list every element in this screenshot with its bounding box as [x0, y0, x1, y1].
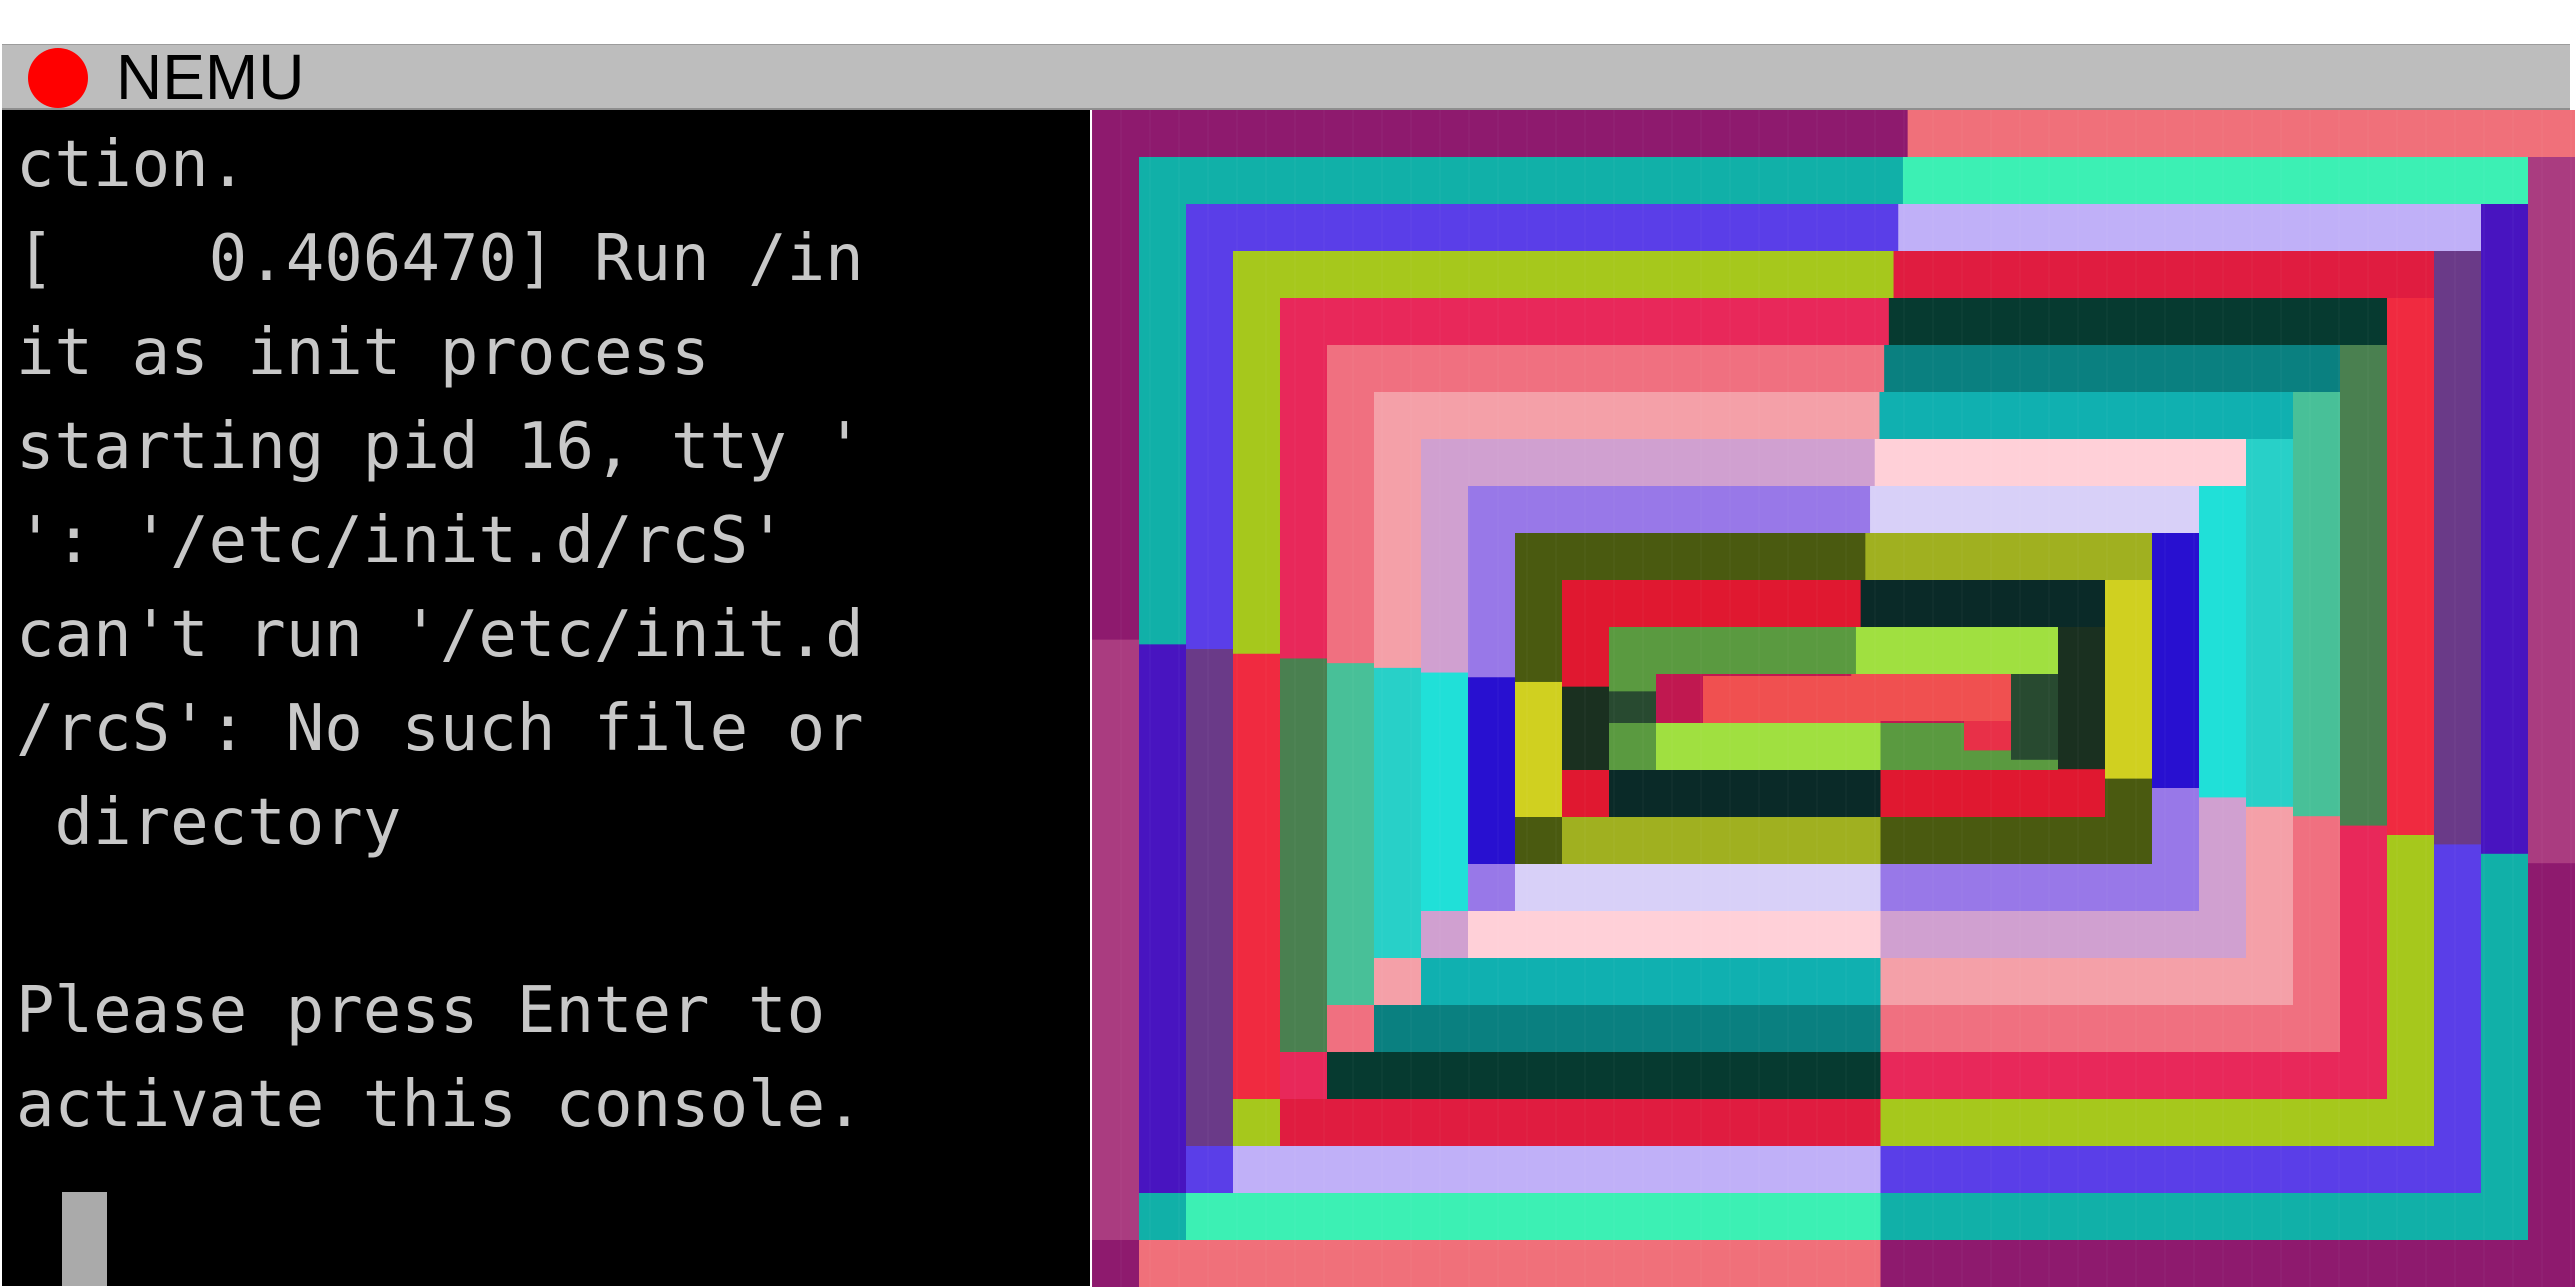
terminal-line: Please press Enter to [16, 974, 826, 1048]
frame-band-bottom [1515, 864, 1881, 911]
terminal-line: directory [16, 786, 402, 860]
frame-band-top [1888, 298, 2387, 345]
frame-band-left [1515, 681, 1562, 817]
nemu-window: NEMU ction. [ 0.406470] Run /in it as in… [0, 41, 2575, 1287]
frame-band-top [1898, 204, 2481, 251]
frame-band-top [1884, 345, 2340, 392]
frame-band-left [1468, 677, 1515, 864]
frame-band-right [2011, 674, 2058, 760]
frame-band-top [1879, 392, 2293, 439]
frame-band-top [1855, 627, 2058, 674]
frame-band-bottom [1468, 911, 1881, 958]
frame-band-top [1907, 110, 2575, 157]
frame-band-bottom [1280, 1099, 1881, 1146]
frame-band-left [1280, 658, 1327, 1052]
frame-band-left [1374, 667, 1421, 958]
frame-band-bottom [1327, 1052, 1881, 1099]
terminal-line: can't run '/etc/init.d [16, 598, 864, 672]
frame-band-left [1327, 663, 1374, 1005]
frame-band-top [1893, 251, 2434, 298]
frame-band-bottom [1421, 958, 1881, 1005]
terminal-line: /rcS': No such file or [16, 692, 864, 766]
title-bar[interactable]: NEMU [2, 41, 2570, 113]
frame-band-left [1092, 639, 1139, 1240]
frame-band-left [1233, 653, 1280, 1099]
terminal-line: activate this console. [16, 1068, 864, 1142]
frame-band-left [1609, 691, 1656, 723]
terminal-line: it as init process [16, 316, 710, 390]
frame-band-right [2434, 251, 2481, 845]
frame-band-top [1860, 580, 2105, 627]
frame-band-right [2058, 627, 2105, 770]
frame-band-right [2387, 298, 2434, 835]
terminal-line: [ 0.406470] Run /in [16, 222, 864, 296]
close-button[interactable] [28, 48, 88, 108]
frame-band-top [1865, 533, 2152, 580]
pixel-spiral-graphic [1092, 110, 2575, 1287]
frame-band-bottom [1374, 1005, 1881, 1052]
frame-band-left [1421, 672, 1468, 911]
frame-band-top [1874, 439, 2246, 486]
frame-band-top [1870, 486, 2199, 533]
frame-band-bottom [1562, 817, 1881, 864]
frame-band-bottom [1609, 770, 1881, 817]
frame-band-bottom [1186, 1193, 1881, 1240]
terminal-line: ction. [16, 128, 248, 202]
frame-band-right [2340, 345, 2387, 826]
frame-band-bottom [1139, 1240, 1881, 1287]
frame-band-right [2481, 204, 2528, 854]
frame-band-right [2246, 439, 2293, 807]
window-title: NEMU [116, 41, 305, 113]
frame-band-right [2528, 157, 2575, 864]
frame-band-right [1964, 721, 2011, 751]
frame-band-right [2105, 580, 2152, 779]
terminal-line: ': '/etc/init.d/rcS' [16, 504, 787, 578]
frame-band-bottom [1233, 1146, 1881, 1193]
text-cursor [62, 1192, 107, 1286]
display-canvas [1092, 110, 2575, 1287]
frame-band-right [2293, 392, 2340, 817]
frame-band-right [2152, 533, 2199, 788]
frame-band-left [1186, 649, 1233, 1146]
terminal-line: starting pid 16, tty ' [16, 410, 864, 484]
frame-band-top [1902, 157, 2528, 204]
terminal-output: ction. [ 0.406470] Run /in it as init pr… [16, 118, 864, 1152]
terminal-console[interactable]: ction. [ 0.406470] Run /in it as init pr… [2, 110, 1090, 1286]
frame-band-bottom [1656, 723, 1881, 770]
